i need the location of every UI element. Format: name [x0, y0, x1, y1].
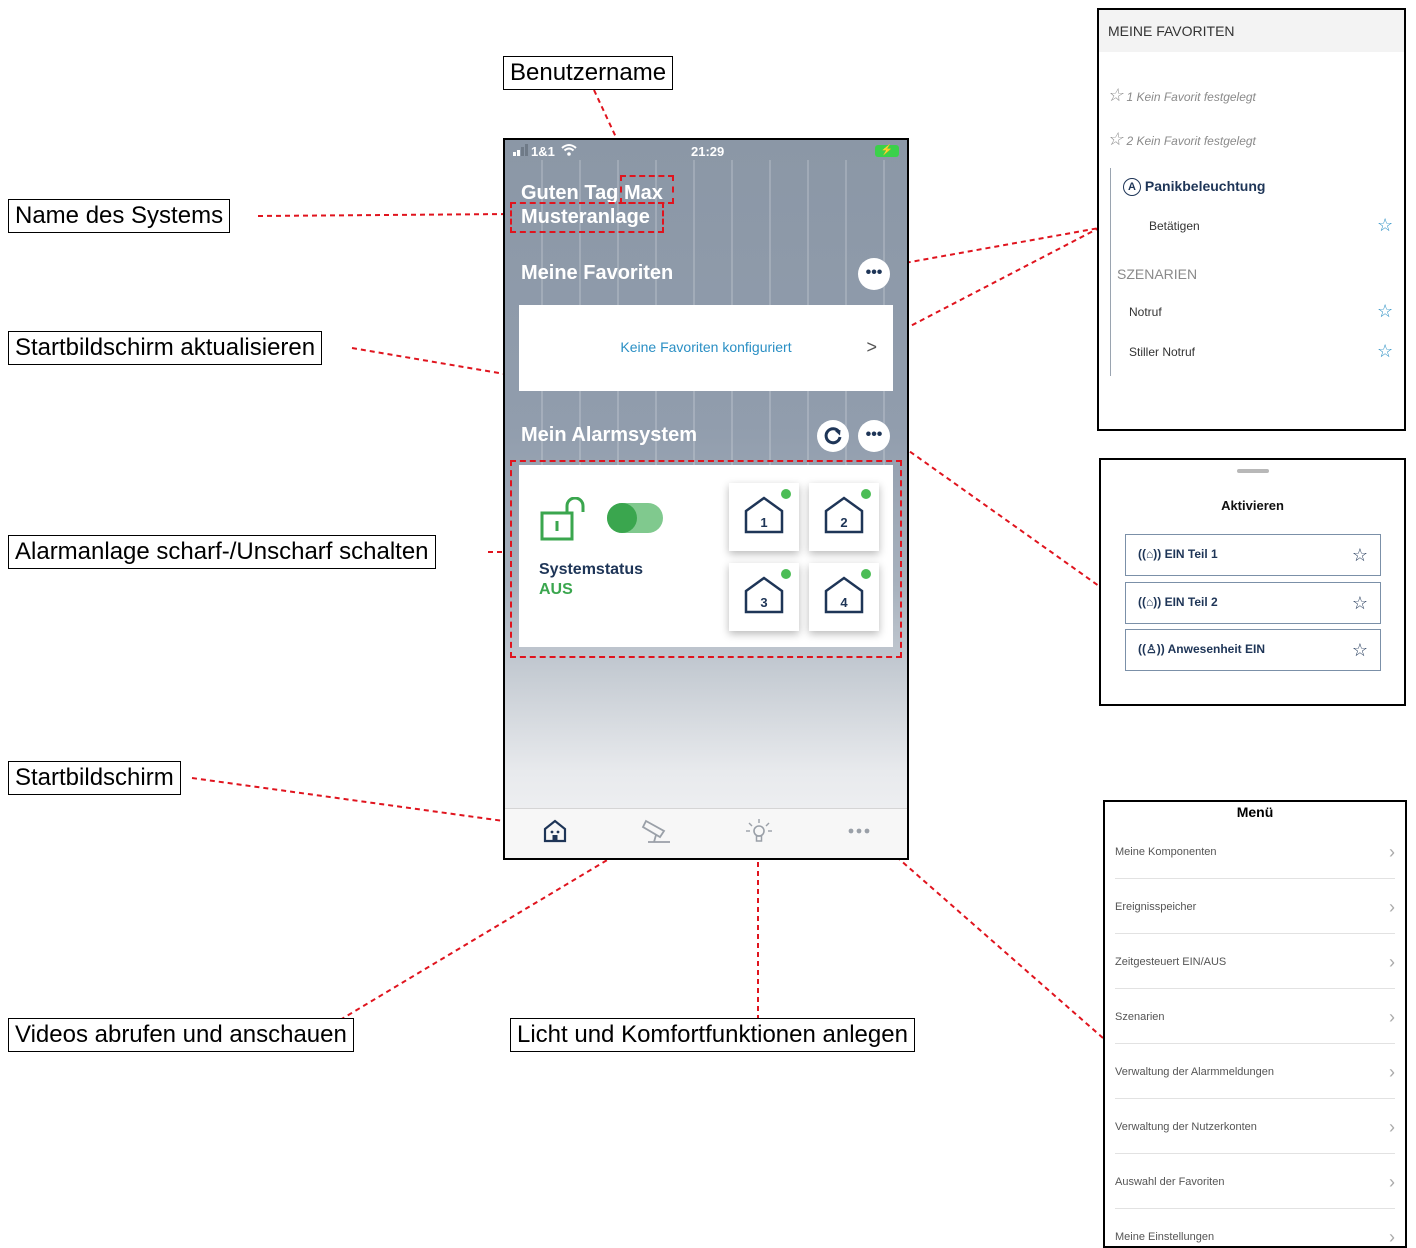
light-bulb-icon: [746, 819, 772, 842]
chevron-right-icon: ›: [1389, 1172, 1395, 1192]
tab-bar: [505, 808, 907, 858]
activate-label: EIN Teil 1: [1164, 547, 1218, 561]
scenarios-title: SZENARIEN: [1117, 266, 1198, 282]
menu-item[interactable]: Meine Einstellungen ›: [1105, 1227, 1405, 1247]
star-icon[interactable]: ☆: [1352, 545, 1368, 566]
favorites-panel: MEINE FAVORITEN ☆ 1 Kein Favorit festgel…: [1097, 8, 1406, 431]
chevron-right-icon: ›: [1389, 842, 1395, 862]
activate-label: EIN Teil 2: [1164, 595, 1218, 609]
menu-item-label: Verwaltung der Nutzerkonten: [1115, 1121, 1257, 1133]
callout-username: Benutzername: [503, 56, 674, 90]
chevron-right-icon: ›: [1389, 1062, 1395, 1082]
star-icon[interactable]: ☆: [1377, 216, 1393, 234]
highlight-alarm-card: [510, 460, 902, 658]
alarm-system-title: Mein Alarmsystem: [521, 424, 697, 446]
menu-item-label: Szenarien: [1115, 1011, 1165, 1023]
group-divider: [1110, 168, 1111, 376]
refresh-icon: [824, 427, 842, 445]
tab-home[interactable]: [535, 817, 575, 849]
star-icon[interactable]: ☆: [1352, 593, 1368, 614]
menu-item[interactable]: Meine Komponenten ›: [1105, 842, 1405, 899]
menu-item[interactable]: Ereignisspeicher ›: [1105, 897, 1405, 954]
menu-item-label: Verwaltung der Alarmmeldungen: [1115, 1066, 1274, 1078]
favorites-empty-text: Keine Favoriten konfiguriert: [620, 339, 792, 355]
status-bar: 1&1 21:29 ⚡: [505, 140, 907, 164]
menu-item-label: Zeitgesteuert EIN/AUS: [1115, 956, 1227, 968]
home-icon: [543, 819, 567, 843]
menu-item-label: Meine Komponenten: [1115, 846, 1217, 858]
carrier-label: 1&1: [531, 144, 555, 159]
panic-light-activate[interactable]: Betätigen: [1149, 219, 1200, 233]
favorite-slot[interactable]: ☆ 1 Kein Favorit festgelegt: [1107, 86, 1256, 104]
favorites-card[interactable]: Keine Favoriten konfiguriert >: [519, 305, 893, 391]
favorite-slot-label: 2 Kein Favorit festgelegt: [1126, 134, 1256, 148]
chevron-right-icon: ›: [1389, 897, 1395, 917]
star-icon[interactable]: ☆: [1377, 342, 1393, 360]
camera-icon: [641, 819, 670, 843]
activate-part-2[interactable]: ((⌂)) EIN Teil 2 ☆: [1125, 582, 1381, 624]
highlight-system-name: [510, 202, 664, 233]
person-alarm-icon: ((♙)): [1138, 642, 1165, 656]
chevron-right-icon: ›: [1389, 1117, 1395, 1137]
activate-title: Aktivieren: [1221, 498, 1284, 513]
menu-item[interactable]: Auswahl der Favoriten ›: [1105, 1172, 1405, 1229]
auto-light-icon: A: [1123, 178, 1141, 197]
greeting-text: Guten Tag: [521, 182, 619, 204]
activate-sheet: Aktivieren ((⌂)) EIN Teil 1 ☆ ((⌂)) EIN …: [1099, 458, 1406, 706]
callout-arm-disarm: Alarmanlage scharf-/Unscharf schalten: [8, 535, 436, 569]
refresh-button[interactable]: [817, 420, 849, 452]
highlight-username: [620, 175, 674, 204]
clock: 21:29: [691, 144, 725, 159]
menu-item-label: Ereignisspeicher: [1115, 901, 1197, 913]
more-icon: [848, 828, 870, 834]
chevron-right-icon: ›: [1389, 1007, 1395, 1027]
sheet-handle[interactable]: [1237, 469, 1269, 473]
menu-item[interactable]: Verwaltung der Nutzerkonten ›: [1105, 1117, 1405, 1174]
callout-system-name: Name des Systems: [8, 199, 231, 233]
callout-refresh: Startbildschirm aktualisieren: [8, 331, 323, 365]
callout-videos: Videos abrufen und anschauen: [8, 1018, 354, 1052]
menu-item[interactable]: Szenarien ›: [1105, 1007, 1405, 1064]
tab-more[interactable]: [839, 817, 879, 849]
callout-light-comfort: Licht und Komfortfunktionen anlegen: [510, 1018, 915, 1052]
callout-home: Startbildschirm: [8, 761, 181, 795]
signal-icon: [513, 144, 529, 159]
house-alarm-icon: ((⌂)): [1138, 595, 1162, 609]
favorites-panel-header: MEINE FAVORITEN: [1099, 10, 1404, 52]
scenario-item[interactable]: Stiller Notruf: [1129, 345, 1195, 359]
chevron-right-icon: >: [866, 337, 877, 357]
wifi-icon: [561, 143, 577, 159]
menu-item-label: Meine Einstellungen: [1115, 1231, 1215, 1243]
menu-item[interactable]: Verwaltung der Alarmmeldungen ›: [1105, 1062, 1405, 1119]
favorite-slot[interactable]: ☆ 2 Kein Favorit festgelegt: [1107, 130, 1256, 148]
alarm-more-button[interactable]: •••: [858, 420, 890, 452]
scenario-item[interactable]: Notruf: [1129, 305, 1162, 319]
activate-part-1[interactable]: ((⌂)) EIN Teil 1 ☆: [1125, 534, 1381, 576]
favorites-more-button[interactable]: •••: [858, 258, 890, 290]
chevron-right-icon: ›: [1389, 952, 1395, 972]
tab-videos[interactable]: [637, 817, 677, 849]
activate-presence[interactable]: ((♙)) Anwesenheit EIN ☆: [1125, 629, 1381, 671]
favorite-slot-label: 1 Kein Favorit festgelegt: [1126, 90, 1256, 104]
star-icon: ☆: [1107, 129, 1124, 149]
star-icon[interactable]: ☆: [1377, 302, 1393, 320]
chevron-right-icon: ›: [1389, 1227, 1395, 1247]
activate-label: Anwesenheit EIN: [1167, 642, 1265, 656]
menu-title: Menü: [1236, 804, 1274, 820]
star-icon: ☆: [1107, 85, 1124, 105]
favorites-title: Meine Favoriten: [521, 262, 674, 284]
panic-light-group: A Panikbeleuchtung: [1123, 178, 1266, 197]
menu-item-label: Auswahl der Favoriten: [1115, 1176, 1225, 1188]
battery-icon: ⚡: [875, 145, 899, 157]
panic-light-title: Panikbeleuchtung: [1144, 178, 1266, 194]
menu-panel: Menü Meine Komponenten › Ereignisspeicher…: [1103, 800, 1407, 1248]
house-alarm-icon: ((⌂)): [1138, 547, 1162, 561]
star-icon[interactable]: ☆: [1352, 640, 1368, 661]
menu-item[interactable]: Zeitgesteuert EIN/AUS ›: [1105, 952, 1405, 1009]
tab-light[interactable]: [739, 817, 779, 849]
